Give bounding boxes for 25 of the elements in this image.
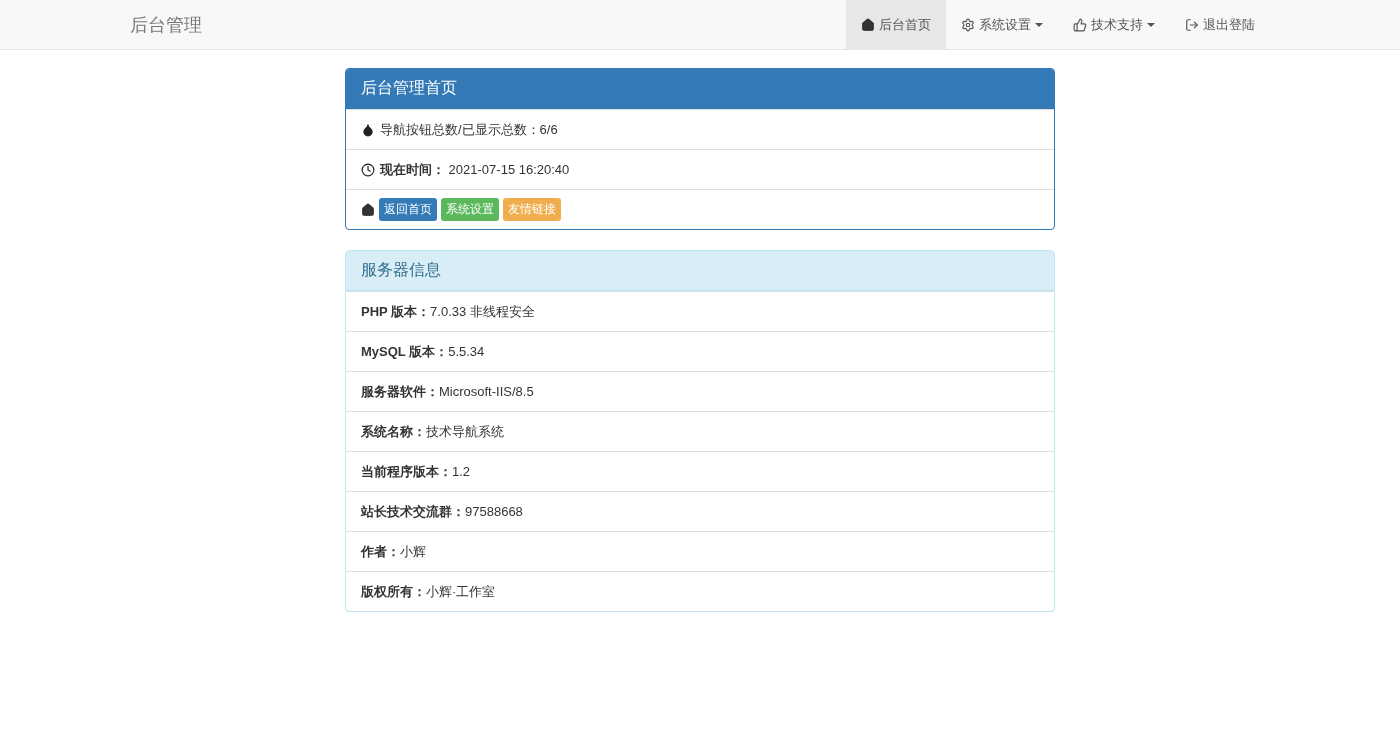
panel-title: 后台管理首页 xyxy=(346,69,1054,109)
info-text: 现在时间： 2021-07-15 16:20:40 xyxy=(380,160,570,179)
link-label[interactable]: 返回首页 xyxy=(379,198,437,221)
settings-icon xyxy=(961,17,975,32)
nav-item[interactable]: 后台首页 xyxy=(846,0,946,49)
nav-item[interactable]: 退出登陆 xyxy=(1170,0,1270,49)
nav-item[interactable]: 系统设置 xyxy=(946,0,1058,49)
clock-icon xyxy=(361,162,375,177)
info-text: PHP 版本：7.0.33 非线程安全 xyxy=(361,302,535,321)
brand-title: 后台管理 xyxy=(130,13,202,37)
panel-title: 服务器信息 xyxy=(346,251,1054,291)
info-text: 当前程序版本：1.2 xyxy=(361,462,471,481)
thumbs-up-icon xyxy=(1073,17,1087,32)
info-text: 版权所有：小辉·工作室 xyxy=(361,582,496,601)
info-text: 站长技术交流群：97588668 xyxy=(361,502,523,521)
info-text: 服务器软件：Microsoft-IIS/8.5 xyxy=(361,382,534,401)
info-text: MySQL 版本：5.5.34 xyxy=(361,342,485,361)
info-text: 系统名称：技术导航系统 xyxy=(361,422,504,441)
info-text: 导航按钮总数/已显示总数：6/6 xyxy=(380,120,558,139)
drop-icon xyxy=(361,122,375,137)
home-icon xyxy=(361,202,375,217)
info-text: 作者：小辉 xyxy=(361,542,426,561)
logout-icon xyxy=(1185,17,1199,32)
home-icon xyxy=(861,17,875,32)
nav-item[interactable]: 技术支持 xyxy=(1058,0,1170,49)
